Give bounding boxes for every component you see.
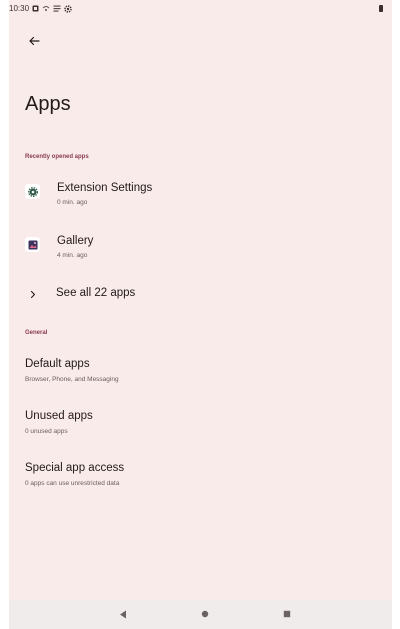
gallery-icon [28,240,37,249]
page-title: Apps [25,93,71,115]
section-header-recent: Recently opened apps [25,154,89,160]
settings-screen: 10:30 Apps Recently opened apps Extensio… [9,0,392,629]
home-circle-icon [201,610,209,618]
app-icon-container [25,184,40,199]
see-all-apps-button[interactable]: See all 22 apps [9,281,392,309]
setting-title: Special app access [25,462,125,474]
app-icon-container [25,237,40,252]
back-triangle-icon [120,610,126,618]
app-last-opened: 4 min. ago [57,252,88,259]
status-time: 10:30 [9,4,30,13]
nav-recents-button[interactable] [280,607,294,621]
app-name: Gallery [57,235,94,247]
sim-icon [53,5,61,12]
special-app-access-item[interactable]: Special app access 0 apps can use unrest… [9,458,392,498]
arrow-back-icon [29,36,40,46]
see-all-apps-label: See all 22 apps [56,287,136,299]
setting-title: Unused apps [25,410,93,422]
extension-settings-icon [27,186,38,197]
settings-gear-icon [64,5,72,13]
default-apps-item[interactable]: Default apps Browser, Phone, and Messagi… [9,354,392,394]
section-header-general: General [25,330,48,336]
chevron-right-icon [30,290,36,299]
back-button[interactable] [23,30,45,52]
recents-square-icon [283,610,291,618]
setting-title: Default apps [25,358,90,370]
app-name: Extension Settings [57,182,153,194]
app-item-extension-settings[interactable]: Extension Settings 0 min. ago [9,176,392,216]
battery-icon [379,5,383,12]
setting-subtitle: Browser, Phone, and Messaging [25,376,119,383]
unused-apps-item[interactable]: Unused apps 0 unused apps [9,406,392,446]
app-item-gallery[interactable]: Gallery 4 min. ago [9,229,392,269]
wifi-calling-icon [42,6,50,11]
setting-subtitle: 0 apps can use unrestricted data [25,480,120,487]
navigation-bar [9,600,392,629]
nav-home-button[interactable] [198,607,212,621]
status-bar: 10:30 [9,0,392,22]
app-last-opened: 0 min. ago [57,199,88,206]
setting-subtitle: 0 unused apps [25,428,68,435]
nav-back-button[interactable] [116,607,130,621]
notification-icon [32,5,39,12]
